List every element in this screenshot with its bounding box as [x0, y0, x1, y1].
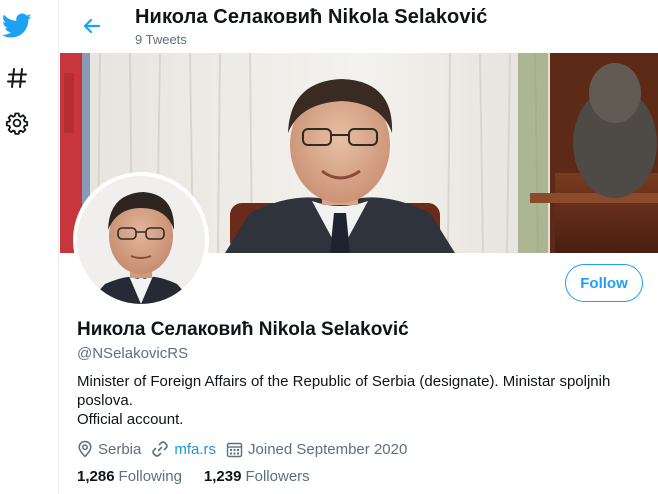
- left-navigation: [0, 0, 58, 494]
- profile-display-name: Никола Селаковић Nikola Selaković: [77, 319, 409, 340]
- website-link[interactable]: mfa.rs: [174, 441, 216, 458]
- header-title: Никола Селаковић Nikola Selaković: [135, 6, 488, 28]
- tweet-count: 9 Tweets: [135, 32, 187, 47]
- gear-icon[interactable]: [0, 106, 34, 140]
- bio-line: Minister of Foreign Affairs of the Repub…: [77, 373, 611, 409]
- profile-avatar[interactable]: [73, 172, 209, 308]
- bio-line: Official account.: [77, 411, 184, 428]
- back-arrow-icon: [83, 18, 101, 34]
- profile-stats: 1,286 Following 1,239 Followers: [77, 468, 332, 485]
- back-button[interactable]: [77, 11, 107, 41]
- profile-header-bar: Никола Селаковић Nikola Selaković 9 Twee…: [59, 0, 658, 53]
- location-item: Serbia: [77, 440, 141, 458]
- followers-label: Followers: [245, 468, 310, 485]
- twitter-profile-page: Никола Селаковић Nikola Selaković 9 Twee…: [0, 0, 658, 494]
- website-item[interactable]: mfa.rs: [151, 440, 216, 458]
- following-count: 1,286: [77, 468, 115, 485]
- location-pin-icon: [78, 440, 92, 458]
- profile-meta: Serbia mfa.rs Joined September 2020: [77, 438, 417, 460]
- profile-bio: Minister of Foreign Affairs of the Repub…: [77, 372, 637, 429]
- followers-stat[interactable]: 1,239 Followers: [204, 468, 310, 485]
- hashtag-icon[interactable]: [0, 61, 34, 95]
- avatar-image: [77, 176, 205, 304]
- following-label: Following: [118, 468, 182, 485]
- profile-column: Никола Селаковић Nikola Selaković 9 Twee…: [58, 0, 658, 494]
- joined-item: Joined September 2020: [226, 441, 407, 458]
- following-stat[interactable]: 1,286 Following: [77, 468, 182, 485]
- joined-text: Joined September 2020: [248, 440, 408, 458]
- followers-count: 1,239: [203, 468, 242, 485]
- follow-button[interactable]: Follow: [565, 264, 643, 302]
- twitter-logo-icon[interactable]: [0, 9, 34, 43]
- calendar-icon: [226, 442, 243, 457]
- profile-handle: @NSelakovicRS: [77, 345, 189, 362]
- link-icon: [152, 441, 169, 457]
- location-text: Serbia: [98, 440, 142, 458]
